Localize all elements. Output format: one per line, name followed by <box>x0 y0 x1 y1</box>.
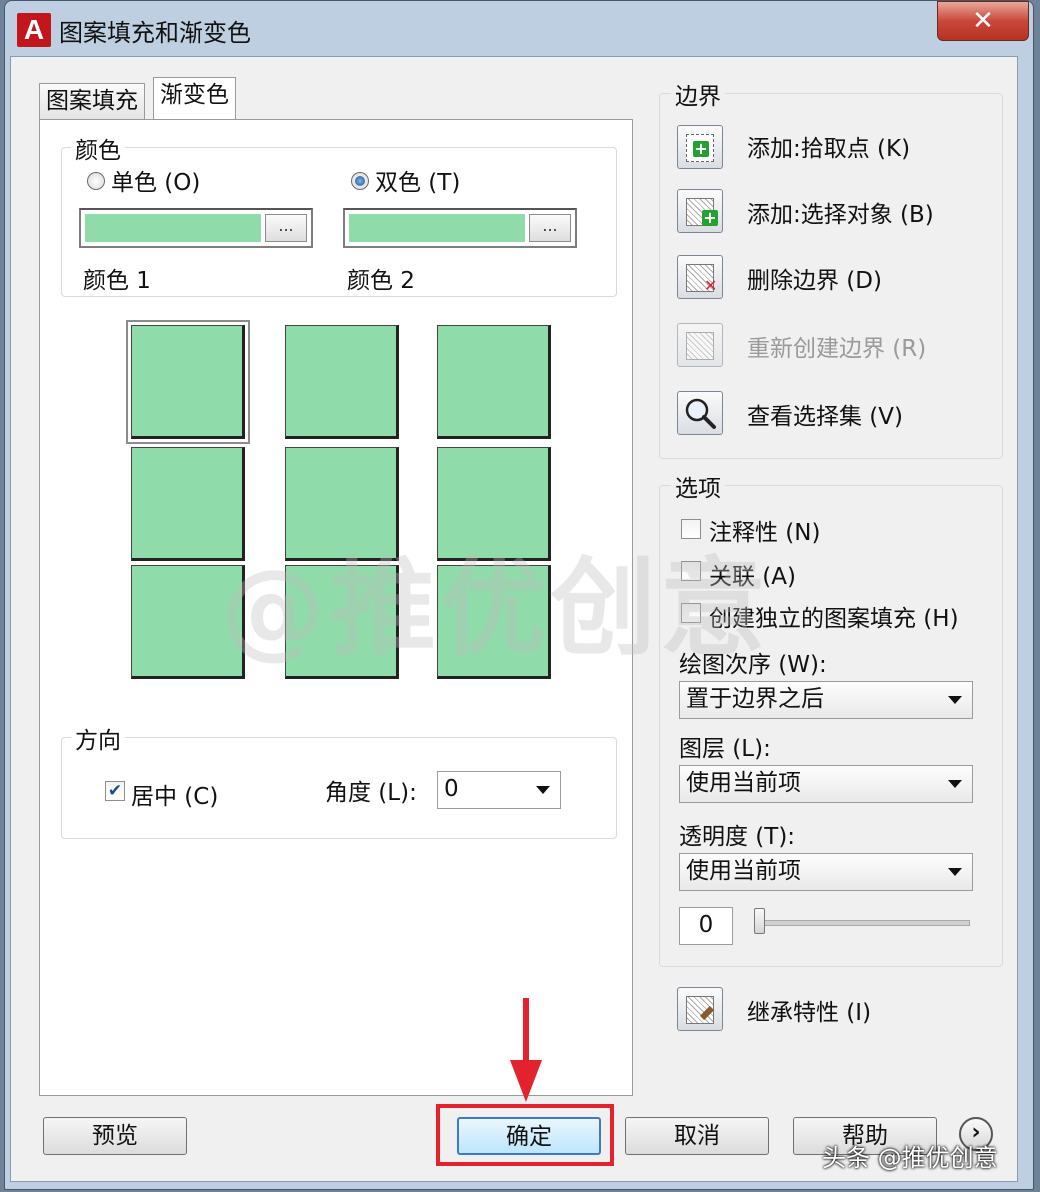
gradient-swatch-3[interactable] <box>437 325 551 439</box>
color1-label: 颜色 1 <box>83 268 151 294</box>
gradient-swatch-2[interactable] <box>285 325 399 439</box>
draw-order-dropdown[interactable]: 置于边界之后 <box>679 681 973 719</box>
color2-swatch <box>349 214 525 242</box>
transparency-slider-track[interactable] <box>756 920 970 926</box>
pick-point-label: 添加:拾取点 (K) <box>747 136 911 162</box>
color2-label: 颜色 2 <box>347 268 415 294</box>
layer-label: 图层 (L): <box>679 736 771 762</box>
view-selections-label: 查看选择集 (V) <box>747 404 903 430</box>
close-button[interactable]: ✕ <box>937 1 1029 41</box>
red-arrow-icon <box>510 998 542 1102</box>
gradient-swatch-1[interactable] <box>126 320 250 444</box>
title-bar: A 图案填充和渐变色 ✕ <box>5 1 1033 57</box>
inherit-properties-button[interactable] <box>677 987 723 1031</box>
angle-dropdown[interactable]: 0 <box>437 771 561 809</box>
chevron-down-icon <box>948 696 962 704</box>
color1-browse-button[interactable]: ... <box>265 214 307 242</box>
footer-brand: 头条 @推优创意 <box>822 1144 998 1172</box>
centered-label: 居中 (C) <box>131 784 219 810</box>
two-color-radio[interactable] <box>351 172 369 190</box>
color2-browse-button[interactable]: ... <box>529 214 571 242</box>
two-color-label: 双色 (T) <box>375 170 461 196</box>
remove-boundary-button[interactable]: ✕ <box>677 255 723 299</box>
options-group-title: 选项 <box>671 469 725 503</box>
transparency-number-field[interactable]: 0 <box>679 907 733 945</box>
color1-picker[interactable]: ... <box>79 208 313 248</box>
color1-swatch <box>85 214 261 242</box>
plus-icon: + <box>702 208 718 227</box>
magnifier-icon <box>685 398 716 429</box>
recreate-boundary-label: 重新创建边界 (R) <box>747 336 927 362</box>
angle-label: 角度 (L): <box>325 780 417 806</box>
autocad-logo-icon: A <box>17 13 51 47</box>
transparency-label: 透明度 (T): <box>679 824 796 850</box>
select-objects-label: 添加:选择对象 (B) <box>747 202 934 228</box>
color-group-title: 颜色 <box>71 131 125 165</box>
chevron-down-icon <box>948 868 962 876</box>
pick-point-button[interactable]: + <box>677 125 723 169</box>
boundary-group-title: 边界 <box>671 77 725 111</box>
remove-boundary-label: 删除边界 (D) <box>747 268 882 294</box>
ok-highlight-box <box>436 1104 614 1166</box>
preview-button[interactable]: 预览 <box>43 1117 187 1155</box>
plus-icon: + <box>693 139 709 158</box>
tab-hatch[interactable]: 图案填充 <box>39 83 145 119</box>
orientation-group-title: 方向 <box>71 721 125 755</box>
tab-gradient[interactable]: 渐变色 <box>153 77 236 119</box>
chevron-down-icon <box>948 780 962 788</box>
draw-order-value: 置于边界之后 <box>686 686 824 712</box>
delete-x-icon: ✕ <box>704 276 718 295</box>
chevron-down-icon <box>536 786 550 794</box>
color2-picker[interactable]: ... <box>343 208 577 248</box>
single-color-label: 单色 (O) <box>111 170 201 196</box>
inherit-properties-label: 继承特性 (I) <box>747 1000 872 1026</box>
recreate-boundary-icon <box>686 332 714 360</box>
single-color-radio[interactable] <box>87 172 105 190</box>
recreate-boundary-button <box>677 323 723 367</box>
watermark-text: @推优创意 <box>220 547 770 670</box>
angle-value: 0 <box>444 776 459 802</box>
cancel-button[interactable]: 取消 <box>625 1117 769 1155</box>
transparency-value: 使用当前项 <box>686 858 801 884</box>
view-selections-button[interactable] <box>677 391 723 435</box>
select-objects-button[interactable]: + <box>677 189 723 233</box>
layer-dropdown[interactable]: 使用当前项 <box>679 765 973 803</box>
centered-checkbox[interactable]: ✔ <box>105 781 125 801</box>
transparency-slider-thumb[interactable] <box>754 908 765 934</box>
transparency-dropdown[interactable]: 使用当前项 <box>679 853 973 891</box>
window-title: 图案填充和渐变色 <box>59 19 251 47</box>
layer-value: 使用当前项 <box>686 770 801 796</box>
